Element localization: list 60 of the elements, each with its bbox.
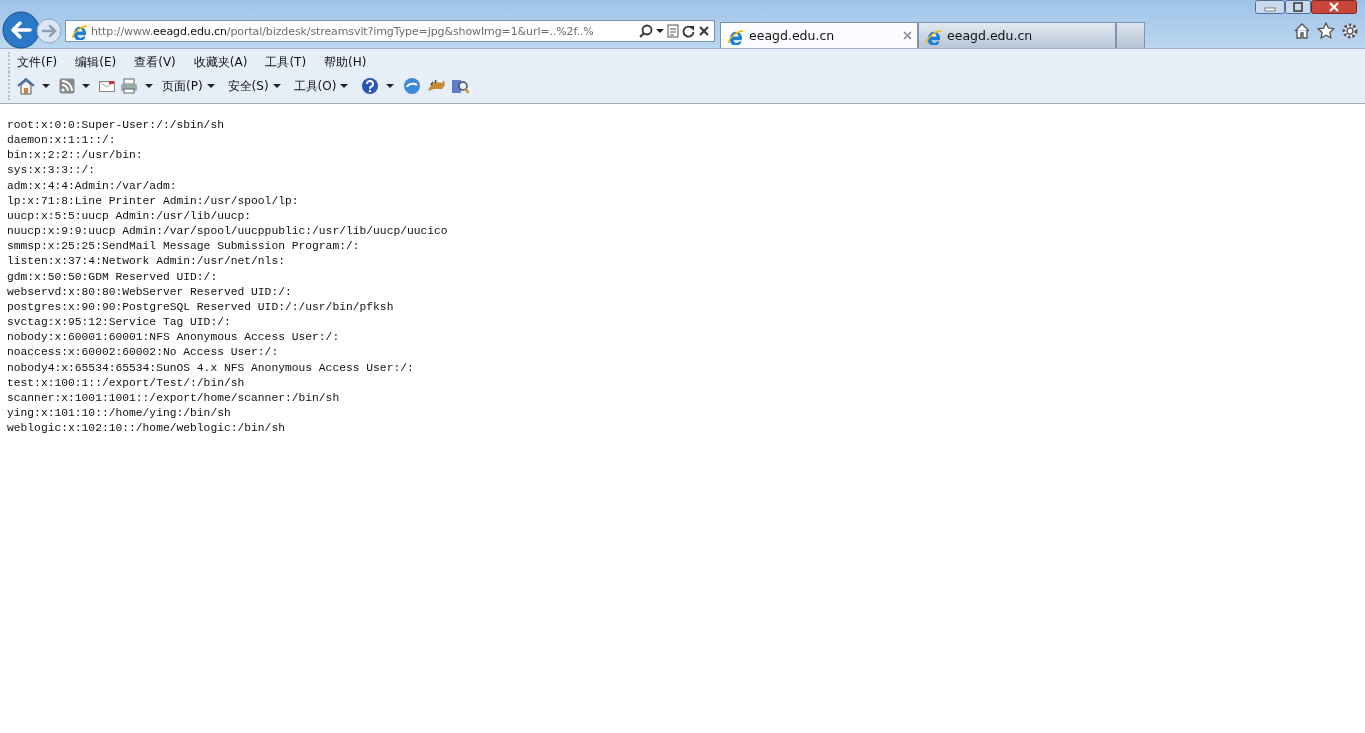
menu-button[interactable]: 工具(O) xyxy=(293,77,349,95)
text-line: daemon:x:1:1::/: xyxy=(7,133,117,149)
help-icon[interactable] xyxy=(361,77,380,95)
refresh-icon[interactable] xyxy=(682,24,695,38)
menu-item[interactable]: 帮助(H) xyxy=(324,53,367,71)
text-line: root:x:0:0:Super-User:/:/sbin/sh xyxy=(7,118,225,133)
menu-item[interactable]: 查看(V) xyxy=(134,53,176,71)
browser-tab[interactable]: eeagd.edu.cn xyxy=(720,22,918,48)
text-line: adm:x:4:4:Admin:/var/adm: xyxy=(7,178,178,194)
url-text: http://www.eeagd.edu.cn/portal/bizdesk/streamsvlt?imgType=jpg&showImg=1&url=..%2f..% xyxy=(91,24,595,38)
menu-item[interactable]: 收藏夹(A) xyxy=(193,53,248,71)
search-icon[interactable] xyxy=(639,24,653,38)
caret-icon xyxy=(206,84,215,88)
settings-icon[interactable] xyxy=(1341,22,1359,40)
browser-logo-icon xyxy=(70,22,88,40)
browser-tab[interactable]: eeagd.edu.cn xyxy=(918,22,1116,48)
address-field[interactable]: http://www.eeagd.edu.cn/portal/bizdesk/streamsvlt?imgType=jpg&showImg=1&url=..%2f..% xyxy=(65,20,715,42)
text-line: scanner:x:1001:1001::/export/home/scanner:/bin/sh xyxy=(7,390,341,406)
printer-icon[interactable] xyxy=(120,78,138,94)
menu-item[interactable]: 工具(T) xyxy=(265,53,307,71)
menu-button[interactable]: 安全(S) xyxy=(227,77,281,95)
text-line: gdm:x:50:50:GDM Reserved UID:/: xyxy=(7,269,219,285)
back-button[interactable] xyxy=(2,11,40,49)
text-line: postgres:x:90:90:PostgreSQL Reserved UID:/:/usr/bin/pfksh xyxy=(7,299,395,315)
caret-icon[interactable] xyxy=(386,84,395,88)
mail-icon[interactable] xyxy=(99,79,115,93)
text-line: ying:x:101:10::/home/ying:/bin/sh xyxy=(7,405,232,421)
menu-item[interactable]: 文件(F) xyxy=(17,53,58,71)
menu-item[interactable]: 编辑(E) xyxy=(75,53,117,71)
home-icon[interactable] xyxy=(1293,22,1311,40)
close-icon[interactable] xyxy=(698,25,710,37)
caret-icon[interactable] xyxy=(82,84,90,88)
text-line: nuucp:x:9:9:uucp Admin:/var/spool/uucppublic:/usr/lib/uucp/uucico xyxy=(7,224,449,240)
star-icon[interactable] xyxy=(1317,22,1335,40)
text-line: bin:x:2:2::/usr/bin: xyxy=(7,148,144,164)
text-line: nobody4:x:65534:65534:SunOS 4.x NFS Anonymous Access User:/: xyxy=(7,360,415,376)
minimize-button[interactable] xyxy=(1255,0,1285,14)
forward-button[interactable] xyxy=(36,18,62,44)
text-line: lp:x:71:8:Line Printer Admin:/usr/spool/lp: xyxy=(7,193,300,209)
caret-icon[interactable] xyxy=(42,84,50,88)
text-line: noaccess:x:60002:60002:No Access User:/: xyxy=(7,345,280,361)
text-line: webservd:x:80:80:WebServer Reserved UID:/: xyxy=(7,284,293,300)
close-button[interactable] xyxy=(1311,0,1357,14)
text-line: test:x:100:1::/export/Test/:/bin/sh xyxy=(7,375,246,391)
text-line: weblogic:x:102:10::/home/weblogic:/bin/sh xyxy=(7,421,286,437)
menu-button[interactable]: 页面(P) xyxy=(162,77,215,95)
text-line: sys:x:3:3::/: xyxy=(7,163,97,179)
text-line: smmsp:x:25:25:SendMail Message Submission Program:/: xyxy=(7,239,361,255)
feed-icon[interactable] xyxy=(59,78,75,94)
text-line: svctag:x:95:12:Service Tag UID:/: xyxy=(7,315,232,331)
research-icon[interactable] xyxy=(451,77,470,95)
caret-icon[interactable] xyxy=(145,84,153,88)
home-icon[interactable] xyxy=(17,77,35,95)
maximize-button[interactable] xyxy=(1285,0,1311,14)
caret-icon[interactable] xyxy=(656,29,664,33)
text-line: uucp:x:5:5:uucp Admin:/usr/lib/uucp: xyxy=(7,208,253,224)
caret-icon xyxy=(272,84,281,88)
caret-icon xyxy=(340,84,349,88)
text-line: nobody:x:60001:60001:NFS Anonymous Access User:/: xyxy=(7,330,341,346)
text-line: listen:x:37:4:Network Admin:/usr/net/nls: xyxy=(7,254,286,270)
